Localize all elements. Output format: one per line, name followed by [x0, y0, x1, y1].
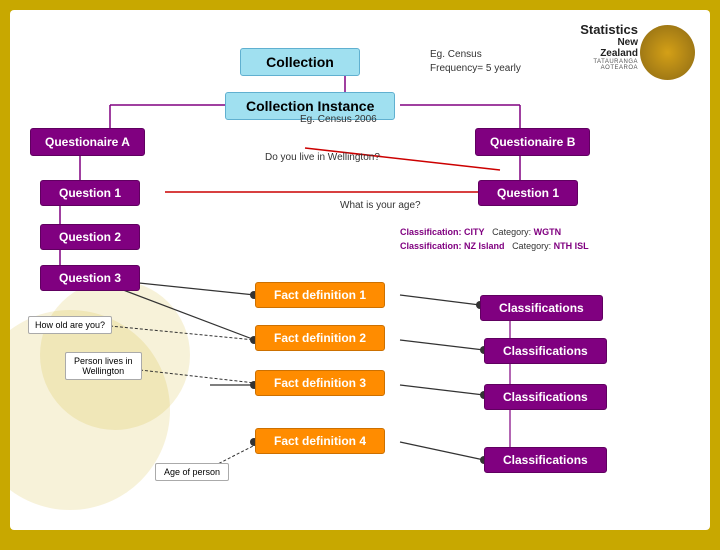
kiwi-decoration: [640, 25, 695, 80]
questionnaire-b-node: Questionaire B: [475, 128, 590, 156]
age-of-person-label: Age of person: [155, 463, 229, 481]
what-is-your-age-label: What is your age?: [340, 200, 421, 211]
question-1-right-node: Question 1: [478, 180, 578, 206]
do-you-live-label: Do you live in Wellington?: [265, 152, 380, 163]
logo-area: Statistics New Zealand TATAURANGA AOTEAR…: [580, 20, 700, 80]
how-old-label: How old are you?: [28, 316, 112, 334]
question-3-node: Question 3: [40, 265, 140, 291]
classifications-2-node: Classifications: [484, 338, 607, 364]
logo-line2: New Zealand: [580, 37, 638, 59]
eg-census-2006-label: Eg. Census 2006: [300, 114, 377, 125]
questionnaire-a-node: Questionaire A: [30, 128, 145, 156]
classifications-1-node: Classifications: [480, 295, 603, 321]
fact-definition-2-node: Fact definition 2: [255, 325, 385, 351]
collection-node: Collection: [240, 48, 360, 76]
logo-line1: Statistics: [580, 22, 638, 37]
fact-definition-3-node: Fact definition 3: [255, 370, 385, 396]
classifications-3-node: Classifications: [484, 384, 607, 410]
person-lives-label: Person lives in Wellington: [65, 352, 142, 380]
eg-census-label: Eg. Census Frequency= 5 yearly: [430, 48, 521, 76]
classifications-4-node: Classifications: [484, 447, 607, 473]
fact-definition-1-node: Fact definition 1: [255, 282, 385, 308]
classification-detail-text: Classification: CITY Category: WGTN Clas…: [400, 226, 589, 253]
fact-definition-4-node: Fact definition 4: [255, 428, 385, 454]
logo-line3: TATAURANGA AOTEAROA: [580, 59, 638, 71]
question-1-left-node: Question 1: [40, 180, 140, 206]
question-2-node: Question 2: [40, 224, 140, 250]
